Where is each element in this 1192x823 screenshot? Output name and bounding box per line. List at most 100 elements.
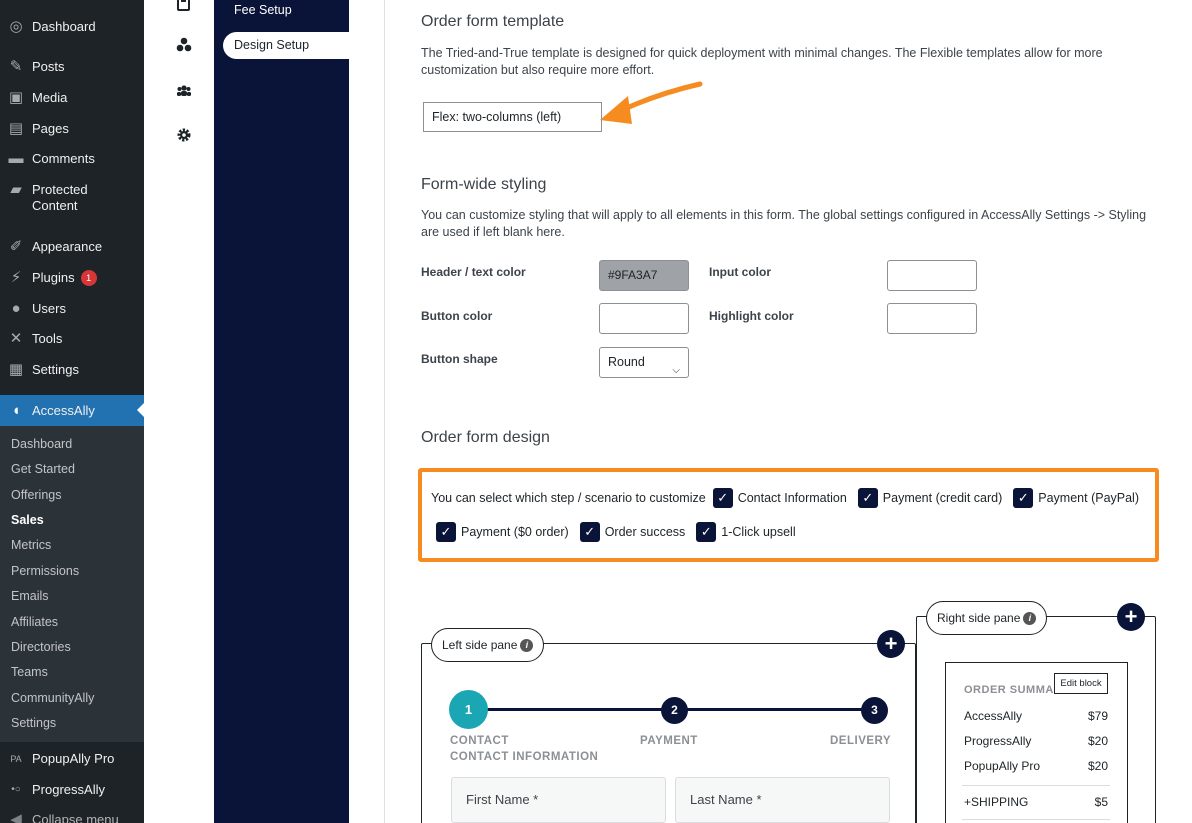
- submenu-emails[interactable]: Emails: [11, 589, 49, 603]
- checkbox-one-click-upsell[interactable]: ✓: [696, 522, 717, 542]
- left-pane-tag[interactable]: Left side pane i: [431, 628, 545, 662]
- info-icon: i: [1023, 612, 1037, 626]
- highlight-color-label: Highlight color: [709, 309, 794, 323]
- nav-design-setup[interactable]: Design Setup: [223, 32, 349, 59]
- menu-progressally[interactable]: •○ ProgressAlly: [0, 782, 144, 798]
- button-shape-label: Button shape: [421, 352, 498, 366]
- add-block-right-button[interactable]: +: [1117, 603, 1145, 631]
- submenu-metrics[interactable]: Metrics: [11, 538, 51, 552]
- submenu-offerings[interactable]: Offerings: [11, 488, 62, 502]
- checkbox-contact-information[interactable]: ✓: [712, 488, 733, 508]
- template-description: The Tried-and-True template is designed …: [421, 46, 1103, 77]
- collapse-icon: ◀: [10, 811, 22, 823]
- menu-accessally[interactable]: ◖ AccessAlly: [0, 403, 144, 419]
- submenu-communityally[interactable]: CommunityAlly: [11, 691, 94, 705]
- submenu-sales[interactable]: Sales: [11, 513, 44, 527]
- chevron-down-icon: ⌵: [672, 365, 680, 376]
- submenu-get-started[interactable]: Get Started: [11, 462, 75, 476]
- header-color-label: Header / text color: [421, 265, 526, 279]
- submenu-permissions[interactable]: Permissions: [11, 564, 79, 578]
- nav-fee-setup[interactable]: Fee Setup: [234, 3, 292, 17]
- checkbox-payment-paypal[interactable]: ✓: [1013, 488, 1034, 508]
- last-name-field[interactable]: Last Name *: [675, 777, 890, 823]
- content-divider: [384, 0, 385, 823]
- template-section-title: Order form template: [421, 13, 565, 30]
- plugin-icon-column: [144, 0, 214, 823]
- option-one-click-upsell: 1-Click upsell: [721, 525, 796, 539]
- group-icon[interactable]: [176, 83, 192, 99]
- edit-block-button[interactable]: Edit block: [1054, 673, 1108, 694]
- step-selector-row-2: ✓ Payment ($0 order) ✓ Order success ✓ 1-Cl…: [436, 522, 796, 542]
- summary-item-price: $20: [1087, 734, 1108, 748]
- option-payment-zero-order: Payment ($0 order): [461, 525, 569, 539]
- submenu-teams[interactable]: Teams: [11, 665, 48, 679]
- menu-users[interactable]: ● Users: [0, 301, 144, 317]
- summary-item-price: $79: [1087, 709, 1108, 723]
- right-pane-tag[interactable]: Right side pane i: [926, 601, 1048, 635]
- step-highlight-box: [418, 468, 1159, 562]
- checkbox-payment-credit-card[interactable]: ✓: [857, 488, 878, 508]
- protected-label-1: Protected: [32, 182, 88, 197]
- summary-item-name: AccessAlly: [964, 709, 1023, 723]
- summary-row: ProgressAlly $20: [964, 734, 1108, 748]
- summary-item-name: +SHIPPING: [964, 795, 1029, 809]
- comments-icon: ▬: [8, 150, 24, 167]
- step-label-3: DELIVERY: [830, 735, 892, 747]
- gear-icon[interactable]: [176, 127, 192, 143]
- menu-dashboard[interactable]: ◎ Dashboard: [0, 19, 144, 35]
- menu-popupally-pro[interactable]: PA PopupAlly Pro: [0, 751, 144, 767]
- submenu-directories[interactable]: Directories: [11, 640, 71, 654]
- protected-label-2: Content: [32, 198, 78, 213]
- menu-media[interactable]: ▣ Media: [0, 90, 144, 106]
- summary-row: AccessAlly $79: [964, 709, 1108, 723]
- menu-comments[interactable]: ▬ Comments: [0, 151, 144, 167]
- progressally-icon: •○: [11, 784, 21, 795]
- menu-tools[interactable]: ✕ Tools: [0, 331, 144, 347]
- summary-row: PopupAlly Pro $20: [964, 759, 1108, 773]
- menu-settings[interactable]: ▦ Settings: [0, 362, 144, 378]
- button-color-input[interactable]: [599, 303, 689, 334]
- checkbox-payment-zero-order[interactable]: ✓: [436, 522, 456, 542]
- template-select[interactable]: Flex: two-columns (left): [423, 102, 602, 132]
- button-color-label: Button color: [421, 309, 493, 323]
- folder-icon: ▰: [10, 181, 22, 198]
- submenu-dashboard[interactable]: Dashboard: [11, 437, 72, 451]
- summary-item-price: $5: [1094, 795, 1108, 809]
- header-color-input[interactable]: #9FA3A7: [599, 260, 689, 291]
- document-icon[interactable]: [176, 0, 192, 12]
- menu-posts[interactable]: ✎ Posts: [0, 59, 144, 75]
- summary-item-name: PopupAlly Pro: [964, 759, 1041, 773]
- menu-protected-content[interactable]: ▰ Protected Content: [0, 182, 144, 214]
- option-payment-paypal: Payment (PayPal): [1038, 491, 1139, 505]
- input-color-input[interactable]: [887, 260, 977, 291]
- add-block-left-button[interactable]: +: [877, 630, 905, 658]
- accessally-icon: ◖: [11, 402, 21, 419]
- menu-appearance[interactable]: ✐ Appearance: [0, 239, 144, 255]
- option-payment-credit-card: Payment (credit card): [882, 491, 1003, 505]
- submenu-affiliates[interactable]: Affiliates: [11, 615, 58, 629]
- popupally-icon: PA: [10, 754, 22, 764]
- info-icon: i: [520, 639, 534, 653]
- pages-icon: ▤: [8, 120, 24, 137]
- submenu-settings[interactable]: Settings: [11, 716, 56, 730]
- first-name-field[interactable]: First Name *: [451, 777, 666, 823]
- summary-item-price: $20: [1087, 759, 1108, 773]
- plugins-update-badge: 1: [80, 270, 97, 286]
- plugin-icon: ⚡: [10, 269, 22, 286]
- menu-collapse[interactable]: ◀ Collapse menu: [0, 812, 144, 823]
- circles-icon[interactable]: [176, 37, 192, 53]
- highlight-color-input[interactable]: [887, 303, 977, 334]
- menu-pages[interactable]: ▤ Pages: [0, 121, 144, 137]
- step-prompt: You can select which step / scenario to …: [431, 491, 706, 505]
- step-dot-1: 1: [449, 690, 488, 729]
- settings-icon: ▦: [8, 361, 24, 378]
- option-contact-information: Contact Information: [737, 491, 847, 505]
- checkbox-order-success[interactable]: ✓: [579, 522, 600, 542]
- plugin-nav: Fee Setup: [214, 0, 349, 823]
- button-shape-select[interactable]: Round ⌵: [599, 347, 689, 378]
- step-label-1: CONTACT: [450, 735, 509, 747]
- menu-plugins[interactable]: ⚡ Plugins 1: [0, 270, 144, 286]
- input-color-label: Input color: [709, 265, 771, 279]
- wp-admin-sidebar: ◎ Dashboard ✎ Posts ▣ Media ▤ Pages ▬ Comment…: [0, 0, 144, 823]
- step-label-2: PAYMENT: [640, 735, 698, 747]
